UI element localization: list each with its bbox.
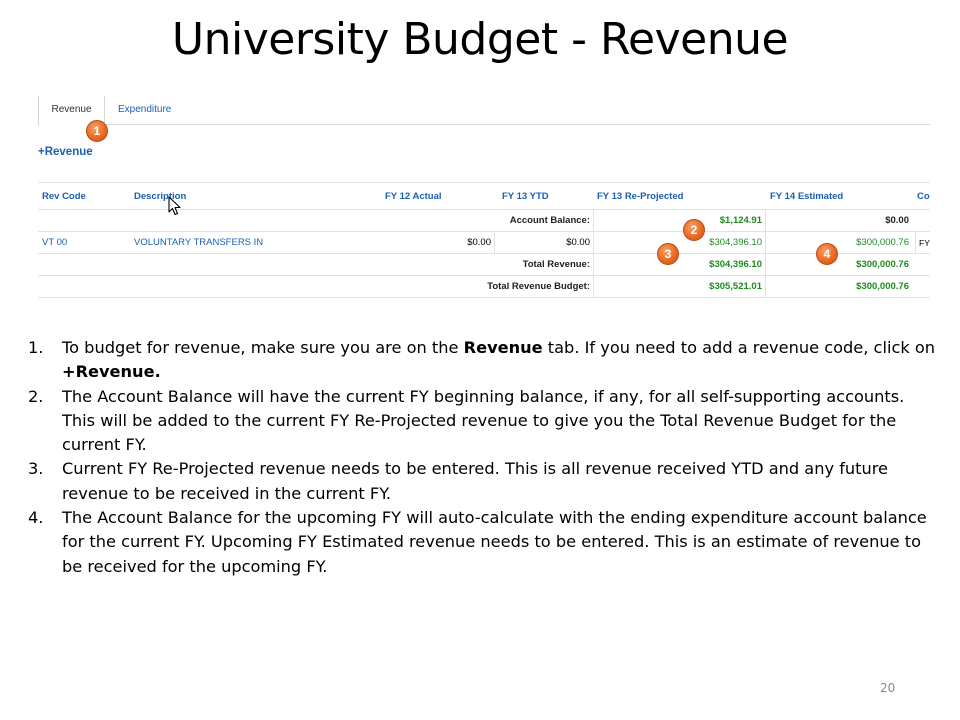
fy12-actual-cell: $0.00 [467,237,491,248]
account-balance-fy13: $1,124.91 [593,210,765,231]
list-item-text: The Account Balance for the upcoming FY … [62,508,927,576]
list-item-number: 3. [28,459,44,479]
step-marker-3: 3 [657,243,679,265]
total-revenue-budget-label: Total Revenue Budget: [487,281,590,292]
list-item-number: 2. [28,386,44,406]
add-revenue-link[interactable]: +Revenue [38,146,93,158]
list-item-emphasis: +Revenue. [62,362,161,382]
list-item: 2. The Account Balance will have the curr… [28,385,940,458]
total-revenue-label: Total Revenue: [522,259,590,270]
header-fy13-ytd[interactable]: FY 13 YTD [502,183,592,211]
list-item: 4. The Account Balance for the upcoming F… [28,506,940,579]
list-item-number: 1. [28,338,44,357]
rev-code-cell[interactable]: VT 00 [42,232,132,253]
list-item-emphasis: Revenue [463,338,543,357]
step-marker-1: 1 [86,120,108,142]
fy13-ytd-cell: $0.00 [494,232,593,253]
header-fy14-estimated[interactable]: FY 14 Estimated [770,183,910,211]
instructions-list: 1. To budget for revenue, make sure you a… [28,336,940,579]
account-balance-label: Account Balance: [509,215,590,226]
slide-title: University Budget - Revenue [171,14,789,65]
header-fy13-reprojected[interactable]: FY 13 Re-Projected [597,183,767,211]
total-revenue-fy13: $304,396.10 [593,254,765,275]
header-fy12-actual[interactable]: FY 12 Actual [385,183,495,211]
step-marker-4: 4 [816,243,838,265]
tab-bar: Revenue Expenditure [38,96,930,126]
tab-expenditure[interactable]: Expenditure [118,96,171,125]
header-rev-code[interactable]: Rev Code [42,183,132,211]
mouse-pointer-icon [168,196,181,216]
description-cell[interactable]: VOLUNTARY TRANSFERS IN [134,232,384,253]
total-revenue-fy14: $300,000.76 [765,254,912,275]
list-item-text: tab. If you need to add a revenue code, … [542,338,936,357]
total-revenue-budget-fy14: $300,000.76 [765,276,912,297]
list-item-text: Current FY Re-Projected revenue needs to… [62,459,889,503]
list-item-text: To budget for revenue, make sure you are… [62,338,464,357]
list-item-number: 4. [28,508,44,528]
list-item: 1. To budget for revenue, make sure you a… [28,336,940,385]
step-marker-2: 2 [683,219,705,241]
table-row: VT 00 VOLUNTARY TRANSFERS IN $0.00 $0.00… [38,232,930,254]
total-revenue-budget-fy13: $305,521.01 [593,276,765,297]
page-number: 20 [880,681,896,695]
fy13-reprojected-input[interactable]: $304,396.10 [593,232,765,253]
list-item: 3. Current FY Re-Projected revenue needs … [28,457,940,506]
budget-screenshot: Revenue Expenditure 1 +Revenue Rev Code … [38,96,930,308]
account-balance-fy14: $0.00 [765,210,912,231]
comment-cell[interactable]: FY [915,232,930,253]
header-comment[interactable]: Co [917,183,930,211]
total-revenue-row: Total Revenue: $304,396.10 $300,000.76 [38,254,930,276]
fy14-estimated-input[interactable]: $300,000.76 [765,232,912,253]
list-item-text: The Account Balance will have the curren… [62,386,905,455]
total-revenue-budget-row: Total Revenue Budget: $305,521.01 $300,0… [38,276,930,298]
